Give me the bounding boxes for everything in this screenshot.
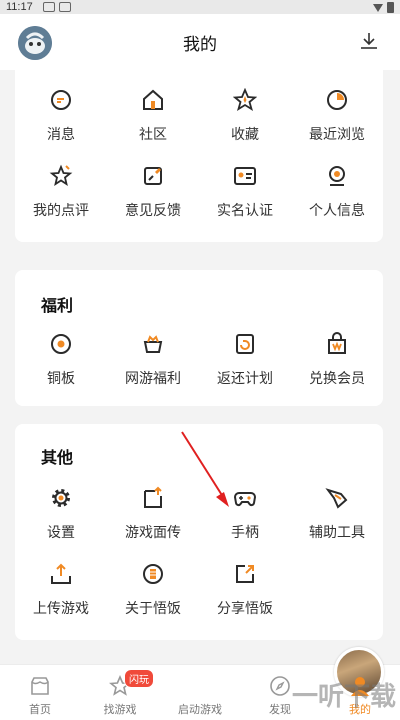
refund-icon	[236, 334, 254, 354]
nav-label: 首页	[29, 703, 51, 716]
menu-label: 兑换会员	[309, 371, 365, 387]
welfare-item-redeem-vip[interactable]: 兑换会员	[291, 332, 383, 408]
upload-icon	[51, 563, 71, 584]
menu-label: 游戏面传	[125, 525, 181, 541]
download-icon[interactable]	[360, 32, 378, 50]
welfare-item-refund-plan[interactable]: 返还计划	[199, 332, 291, 408]
feedback-icon	[144, 167, 162, 185]
home-icon	[31, 677, 49, 695]
nav-item-discover[interactable]: 发现	[240, 665, 320, 720]
menu-label: 最近浏览	[309, 127, 365, 143]
gamepad-icon	[233, 492, 257, 507]
menu-item-community[interactable]: 社区	[107, 88, 199, 164]
nav-label: 发现	[269, 703, 291, 716]
menu-item-recent[interactable]: 最近浏览	[291, 88, 383, 164]
other-item-gamepad[interactable]: 手柄	[199, 486, 291, 562]
favorite-icon	[233, 88, 257, 111]
status-bar: 11:17	[0, 0, 400, 14]
other-card: 其他 设置 游戏面传 手柄 辅助工具 上传游戏 关于悟饭 分享悟饭	[15, 424, 383, 640]
menu-item-my-reviews[interactable]: 我的点评	[15, 164, 107, 240]
nav-item-home[interactable]: 首页	[0, 665, 80, 720]
nav-label: 我的	[349, 703, 371, 716]
menu-label: 我的点评	[33, 203, 89, 219]
wifi-icon	[373, 4, 383, 12]
menu-item-messages[interactable]: 消息	[15, 88, 107, 164]
notification-icon	[58, 2, 71, 12]
section-title: 福利	[41, 296, 74, 315]
menu-label: 网游福利	[125, 371, 181, 387]
nav-label: 启动游戏	[178, 703, 222, 716]
menu-label: 收藏	[231, 127, 259, 143]
vip-bag-icon	[328, 332, 346, 354]
other-item-share[interactable]: 分享悟饭	[199, 562, 291, 638]
avatar[interactable]	[18, 26, 52, 60]
nav-item-launch-game[interactable]: 启动游戏	[160, 647, 384, 720]
menu-label: 手柄	[231, 525, 259, 541]
other-item-settings[interactable]: 设置	[15, 486, 107, 562]
community-icon	[143, 89, 163, 110]
menu-item-personal-info[interactable]: 个人信息	[291, 164, 383, 240]
id-card-icon	[234, 167, 256, 185]
welfare-item-online-game-benefits[interactable]: 网游福利	[107, 332, 199, 408]
review-icon	[49, 164, 73, 186]
menu-label: 关于悟饭	[125, 601, 181, 617]
status-time: 11:17	[6, 1, 33, 13]
menu-label: 实名认证	[217, 203, 273, 219]
main-menu-card: 消息 社区 收藏 最近浏览 我的点评 意见反馈 实名认证 个人信息	[15, 70, 383, 242]
menu-label: 意见反馈	[125, 203, 181, 219]
user-icon	[351, 677, 369, 696]
notification-icon	[42, 2, 55, 12]
tool-wing-icon	[325, 488, 348, 509]
about-icon	[143, 564, 163, 584]
page-title: 我的	[183, 34, 217, 55]
menu-label: 返还计划	[217, 371, 273, 387]
nav-label: 找游戏	[103, 703, 137, 716]
other-item-upload-game[interactable]: 上传游戏	[15, 562, 107, 638]
welfare-item-coins[interactable]: 铜板	[15, 332, 107, 408]
message-icon	[51, 90, 71, 110]
battery-icon	[387, 1, 394, 13]
share-icon	[236, 565, 254, 583]
gear-icon	[52, 489, 70, 507]
other-item-assist-tools[interactable]: 辅助工具	[291, 486, 383, 562]
menu-item-feedback[interactable]: 意见反馈	[107, 164, 199, 240]
bottom-nav: 首页 闪玩 找游戏 启动游戏 发现 我的	[0, 647, 400, 720]
menu-label: 上传游戏	[33, 601, 89, 617]
new-badge: 闪玩	[124, 669, 154, 688]
gift-icon	[143, 335, 163, 353]
page-header: 我的	[0, 14, 400, 70]
welfare-card: 福利 铜板 网游福利 返还计划 兑换会员	[15, 270, 383, 406]
nav-item-me[interactable]: 我的	[320, 665, 400, 720]
menu-label: 分享悟饭	[217, 601, 273, 617]
section-title: 其他	[41, 448, 74, 467]
other-item-game-transfer[interactable]: 游戏面传	[107, 486, 199, 562]
menu-item-favorites[interactable]: 收藏	[199, 88, 291, 164]
profile-icon	[329, 166, 345, 186]
menu-label: 铜板	[47, 371, 75, 387]
menu-label: 个人信息	[309, 203, 365, 219]
menu-label: 社区	[139, 127, 167, 143]
other-item-about[interactable]: 关于悟饭	[107, 562, 199, 638]
menu-label: 设置	[47, 525, 75, 541]
menu-item-real-name[interactable]: 实名认证	[199, 164, 291, 240]
coin-icon	[51, 334, 71, 354]
menu-label: 辅助工具	[309, 525, 365, 541]
recent-icon	[327, 90, 347, 110]
discover-icon	[270, 676, 290, 696]
transfer-icon	[144, 486, 162, 508]
menu-label: 消息	[47, 127, 75, 143]
nav-item-find-games[interactable]: 闪玩 找游戏	[80, 665, 160, 720]
